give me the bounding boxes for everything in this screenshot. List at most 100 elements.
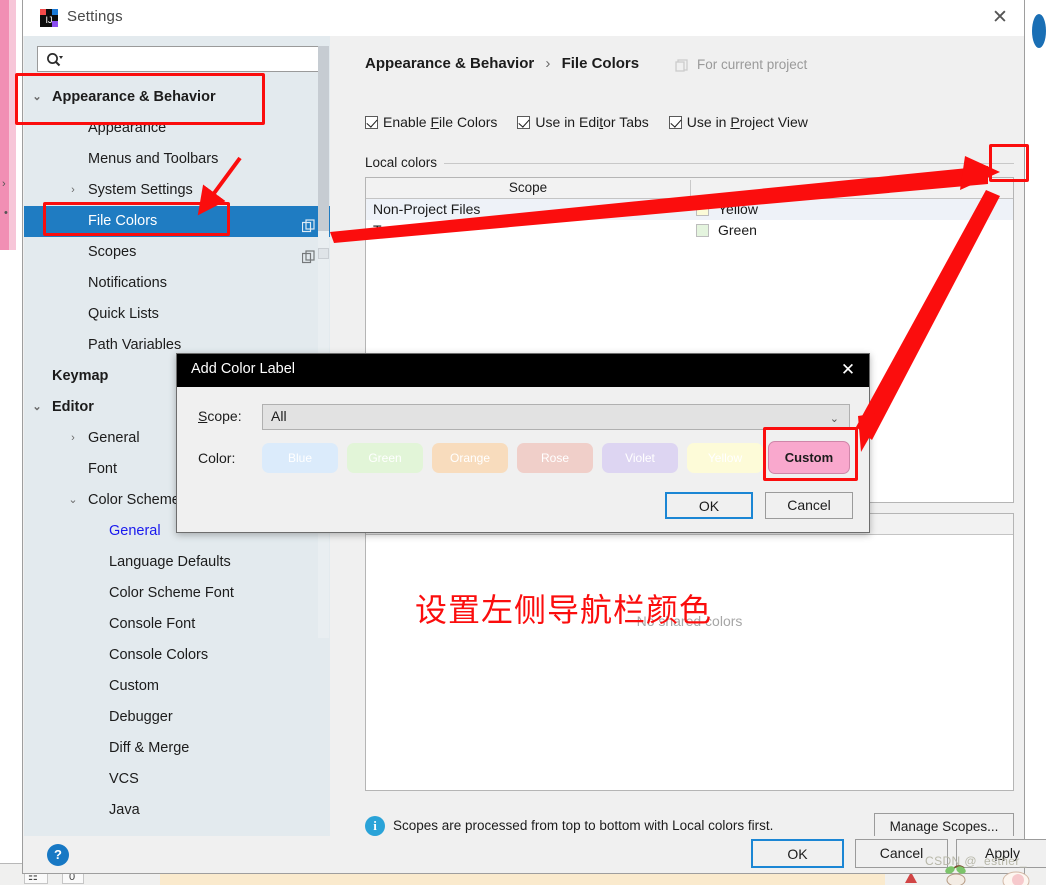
modal-close-icon[interactable]: ✕ (835, 359, 861, 381)
info-text: Scopes are processed from top to bottom … (393, 818, 774, 833)
intellij-idea-logo-icon: IJ (39, 8, 59, 28)
chevron-right-icon[interactable]: › (66, 423, 80, 454)
scope-label-post: ope: (214, 408, 242, 424)
sidebar-item-label: File Colors (88, 213, 158, 229)
chevron-down-icon[interactable]: ⌄ (66, 485, 80, 516)
sidebar-item-color-scheme-font[interactable]: Color Scheme Font (24, 578, 330, 609)
sidebar-item-label: Quick Lists (88, 306, 159, 322)
chevron-right-icon[interactable]: › (66, 175, 80, 206)
sidebar-item-label: Console Colors (109, 647, 209, 663)
checkbox-use-in-project-view[interactable]: Use in Project View (668, 114, 808, 130)
color-swatch-rose[interactable]: Rose (517, 443, 593, 473)
copy-settings-icon[interactable] (301, 245, 316, 264)
settings-titlebar: IJ Settings ✕ (23, 0, 1024, 36)
sidebar-item-vcs[interactable]: VCS (24, 764, 330, 795)
chevron-down-icon[interactable]: ⌄ (30, 392, 44, 423)
checkbox-box[interactable] (668, 116, 682, 129)
breadcrumb-parent[interactable]: Appearance & Behavior (365, 55, 534, 72)
sidebar-item-label: Debugger (109, 709, 173, 725)
svg-text:IJ: IJ (45, 15, 52, 25)
sidebar-item-java[interactable]: Java (24, 795, 330, 826)
cell-color: Yellow (718, 201, 758, 217)
sidebar-item-custom[interactable]: Custom (24, 671, 330, 702)
scope-dropdown[interactable]: All ⌄ (262, 404, 850, 430)
sidebar-item-quick-lists[interactable]: Quick Lists (24, 299, 330, 330)
search-box[interactable] (37, 46, 325, 72)
checkbox-box[interactable] (365, 116, 378, 129)
checkbox-label-accel: F (430, 114, 440, 130)
sidebar-scrollbar-marker (318, 248, 329, 259)
color-swatch-orange[interactable]: Orange (432, 443, 508, 473)
color-swatch-icon (696, 224, 709, 237)
sidebar-item-label: Diff & Merge (109, 740, 190, 756)
ok-button[interactable]: OK (751, 839, 844, 868)
checkbox-box[interactable] (517, 116, 531, 129)
checkbox-label-accel: P (730, 114, 740, 130)
sidebar-footer (24, 836, 330, 873)
sidebar-item-label: Color Scheme Font (109, 585, 234, 601)
checkbox-use-in-editor-tabs[interactable]: Use in Editor Tabs (517, 114, 649, 130)
add-color-label-title: Add Color Label (191, 361, 295, 377)
shared-colors-table[interactable]: No shared colors (365, 513, 1014, 791)
chevron-down-icon[interactable]: ⌄ (30, 82, 44, 113)
sidebar-item-notifications[interactable]: Notifications (24, 268, 330, 299)
sidebar-item-debugger[interactable]: Debugger (24, 702, 330, 733)
watermark-mascot-icon (930, 858, 1040, 885)
column-header-color[interactable]: Color (691, 178, 1013, 198)
breadcrumb-current: File Colors (561, 55, 640, 72)
sidebar-item-label: Language Defaults (109, 554, 231, 570)
help-button[interactable]: ? (47, 844, 69, 866)
sidebar-item-label: Keymap (52, 368, 109, 384)
table-row[interactable]: Tests Green (366, 220, 1013, 241)
modal-cancel-button[interactable]: Cancel (765, 492, 853, 519)
color-swatch-green[interactable]: Green (347, 443, 423, 473)
sidebar-item-console-font[interactable]: Console Font (24, 609, 330, 640)
search-icon (46, 52, 63, 73)
window-title: Settings (67, 8, 123, 25)
sidebar-scrollbar-thumb[interactable] (318, 46, 329, 231)
sidebar-item-label: Console Font (109, 616, 196, 632)
checkbox-label-post: roject View (739, 114, 808, 130)
sidebar-item-label: Appearance & Behavior (52, 89, 216, 105)
sidebar-item-label: General (88, 430, 140, 446)
custom-color-button[interactable]: Custom (768, 441, 850, 474)
sidebar-item-diff-merge[interactable]: Diff & Merge (24, 733, 330, 764)
sidebar-item-console-colors[interactable]: Console Colors (24, 640, 330, 671)
checkbox-enable-file-colors[interactable]: Enable File Colors (365, 114, 497, 130)
checkbox-label-post: or Tabs (603, 114, 649, 130)
project-scope-icon (675, 59, 688, 72)
scope-field-label: Scope: (198, 408, 242, 424)
sidebar-item-system-settings[interactable]: › System Settings (24, 175, 330, 206)
sidebar-item-label: Font (88, 461, 118, 477)
checkbox-label-pre: Enable (383, 114, 431, 130)
close-icon[interactable]: ✕ (986, 6, 1014, 30)
checkbox-label-post: ile Colors (439, 114, 498, 130)
search-input[interactable] (68, 50, 318, 70)
modal-ok-button[interactable]: OK (665, 492, 753, 519)
info-icon: i (365, 816, 385, 836)
dialog-button-bar: OK Cancel Apply (331, 836, 1046, 873)
sidebar-item-label: VCS (109, 771, 139, 787)
sidebar-item-file-colors[interactable]: File Colors (24, 206, 330, 237)
for-current-project-label: For current project (697, 57, 808, 72)
breadcrumb-separator: › (545, 55, 551, 72)
color-swatch-icon (696, 203, 709, 216)
sidebar-item-label: Color Scheme (88, 492, 180, 508)
cell-scope: Non-Project Files (373, 201, 481, 217)
color-swatch-yellow[interactable]: Yellow (687, 443, 763, 473)
sidebar-item-label: Notifications (88, 275, 167, 291)
sidebar-item-appearance[interactable]: Appearance (24, 113, 330, 144)
sidebar-item-label: Scopes (88, 244, 137, 260)
sidebar-item-scopes[interactable]: Scopes (24, 237, 330, 268)
sidebar-item-language-defaults[interactable]: Language Defaults (24, 547, 330, 578)
copy-settings-icon[interactable] (301, 214, 316, 233)
column-header-scope[interactable]: Scope (366, 178, 690, 198)
color-swatch-blue[interactable]: Blue (262, 443, 338, 473)
background-tick-1: • (4, 207, 8, 219)
scope-label-accel: S (198, 408, 208, 424)
scope-dropdown-value: All (271, 408, 287, 424)
table-row[interactable]: Non-Project Files Yellow (366, 199, 1013, 220)
sidebar-item-menus-and-toolbars[interactable]: Menus and Toolbars (24, 144, 330, 175)
sidebar-item-appearance-behavior[interactable]: ⌄ Appearance & Behavior (24, 82, 330, 113)
color-swatch-violet[interactable]: Violet (602, 443, 678, 473)
